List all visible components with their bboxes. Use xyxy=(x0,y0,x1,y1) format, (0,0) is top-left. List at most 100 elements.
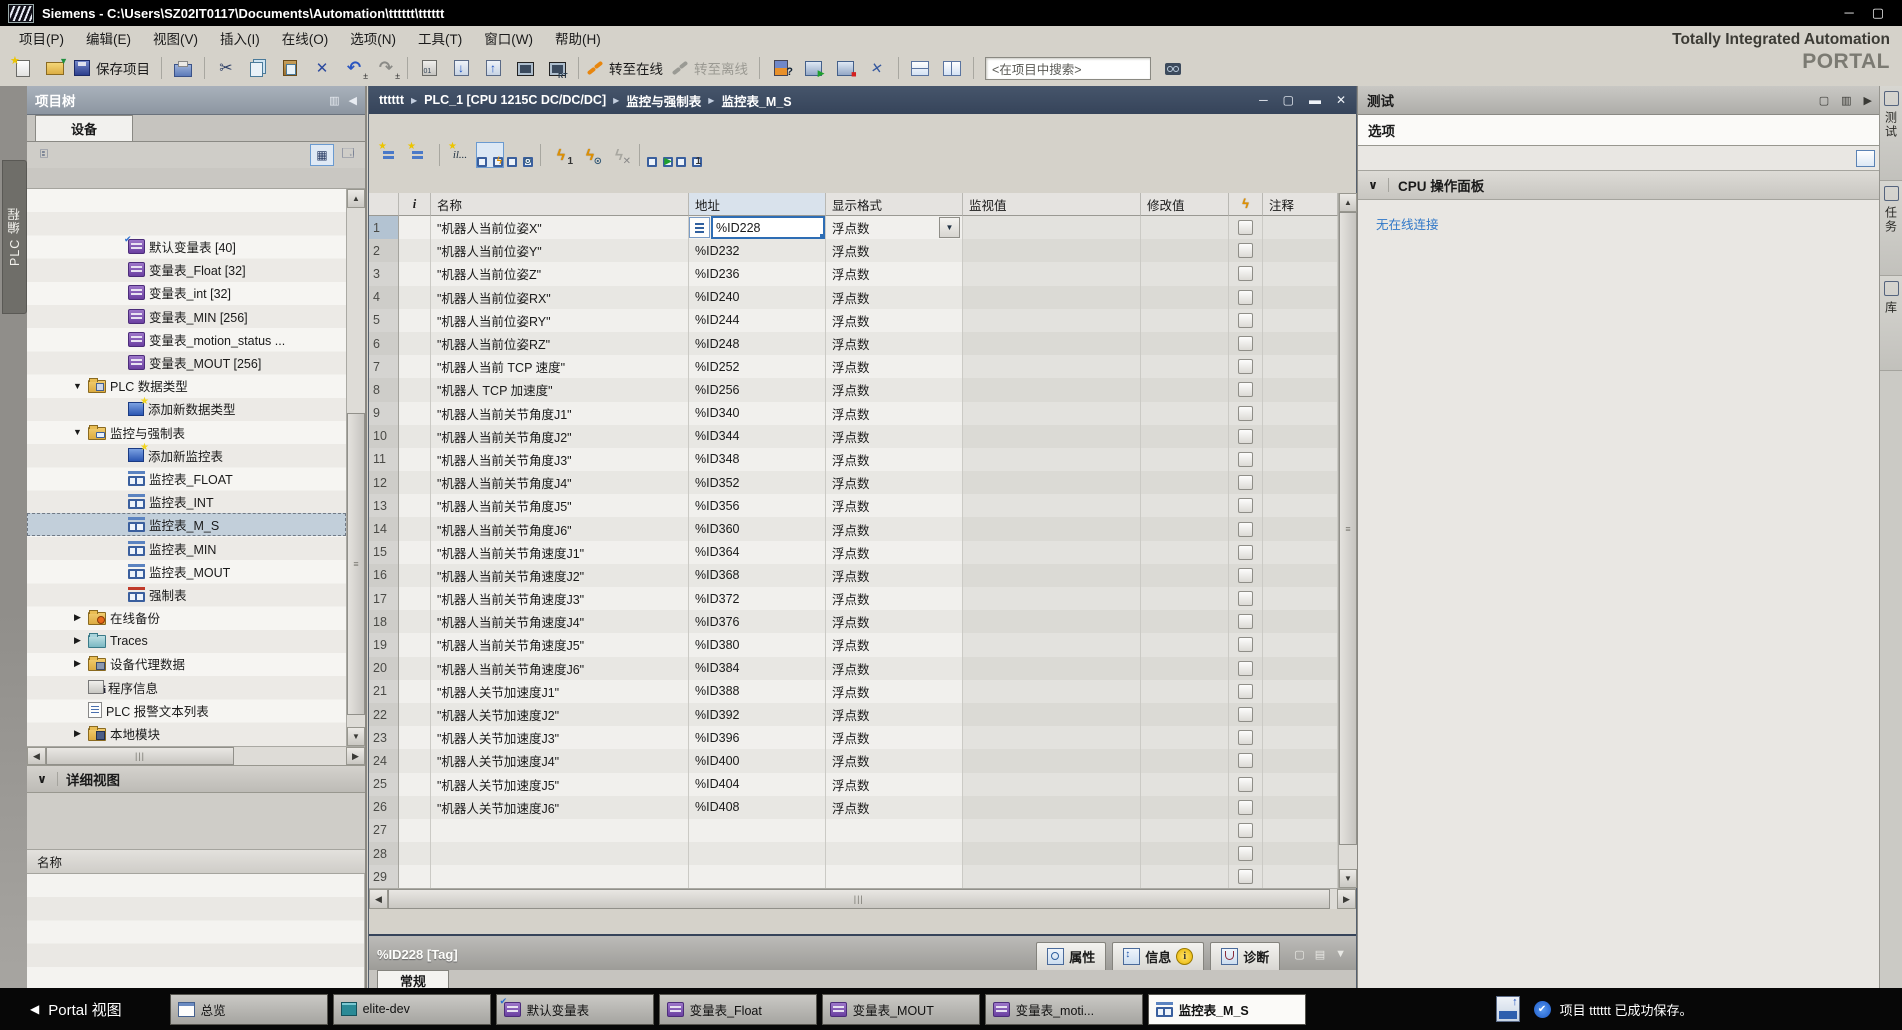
display-format-cell[interactable]: 浮点数 xyxy=(826,657,963,680)
table-row[interactable]: 29 xyxy=(369,865,1338,888)
modify-enable-checkbox[interactable] xyxy=(1238,429,1253,444)
modify-value-cell[interactable] xyxy=(1141,842,1229,865)
display-format-cell[interactable]: 浮点数 xyxy=(826,494,963,517)
comment-cell[interactable] xyxy=(1263,773,1338,796)
scroll-left-icon[interactable]: ◀ xyxy=(369,889,388,909)
detail-view-header[interactable]: ∨ 详细视图 xyxy=(27,765,365,793)
table-row[interactable]: 2"机器人当前位姿Y"%ID232浮点数 xyxy=(369,239,1338,262)
tag-address-cell[interactable] xyxy=(689,819,826,842)
modify-enable-checkbox[interactable] xyxy=(1238,568,1253,583)
modify-enable-checkbox[interactable] xyxy=(1238,359,1253,374)
modify-once-button[interactable]: ϟ1 xyxy=(548,143,574,167)
tag-name-cell[interactable]: "机器人关节加速度J4" xyxy=(431,749,689,772)
tree-item-在线备份[interactable]: ▶在线备份 xyxy=(27,606,346,629)
breadcrumb-item-1[interactable]: PLC_1 [CPU 1215C DC/DC/DC] xyxy=(424,93,606,107)
taskbar-button-变量表_MOUT[interactable]: 变量表_MOUT xyxy=(822,994,980,1025)
tag-address-cell[interactable]: %ID372 xyxy=(689,587,826,610)
collapse-panel-icon[interactable]: ▶ xyxy=(1864,94,1872,107)
display-format-cell[interactable]: 浮点数 xyxy=(826,286,963,309)
display-format-cell[interactable]: 浮点数 xyxy=(826,796,963,819)
tag-address-cell[interactable]: %ID232 xyxy=(689,239,826,262)
scroll-right-icon[interactable]: ▶ xyxy=(346,747,365,765)
comment-cell[interactable] xyxy=(1263,865,1338,888)
tag-address-cell[interactable]: %ID384 xyxy=(689,657,826,680)
tag-name-cell[interactable]: "机器人当前位姿X" xyxy=(431,216,689,239)
tag-name-cell[interactable]: "机器人关节加速度J5" xyxy=(431,773,689,796)
tag-address-cell[interactable]: %ID404 xyxy=(689,773,826,796)
tag-address-cell[interactable]: %ID352 xyxy=(689,471,826,494)
table-row[interactable]: 13"机器人当前关节角度J5"%ID356浮点数 xyxy=(369,494,1338,517)
compile-button[interactable] xyxy=(414,55,444,81)
table-row[interactable]: 25"机器人关节加速度J5"%ID404浮点数 xyxy=(369,773,1338,796)
table-row[interactable]: 20"机器人当前关节角速度J6"%ID384浮点数 xyxy=(369,657,1338,680)
open-project-button[interactable] xyxy=(40,55,70,81)
table-row[interactable]: 14"机器人当前关节角度J6"%ID360浮点数 xyxy=(369,517,1338,540)
tree-item-添加新监控表[interactable]: 添加新监控表 xyxy=(27,444,346,467)
table-row[interactable]: 5"机器人当前位姿RY"%ID244浮点数 xyxy=(369,309,1338,332)
display-format-cell[interactable]: 浮点数 xyxy=(826,402,963,425)
minimize-window-icon[interactable]: ─ xyxy=(1844,5,1853,21)
menu-item-3[interactable]: 插入(I) xyxy=(209,25,271,51)
modify-value-cell[interactable] xyxy=(1141,564,1229,587)
pane-toggle-icon[interactable] xyxy=(1856,150,1875,167)
modify-value-cell[interactable] xyxy=(1141,494,1229,517)
monitor-all-button[interactable]: ϟ xyxy=(476,142,504,168)
display-format-cell[interactable]: 浮点数 xyxy=(826,471,963,494)
comment-cell[interactable] xyxy=(1263,239,1338,262)
tag-name-cell[interactable]: "机器人当前位姿RX" xyxy=(431,286,689,309)
modify-value-cell[interactable] xyxy=(1141,726,1229,749)
modify-enable-checkbox[interactable] xyxy=(1238,406,1253,421)
modify-value-cell[interactable] xyxy=(1141,378,1229,401)
tree-view-toggle-icon[interactable]: ▦ xyxy=(310,144,334,166)
table-row[interactable]: 23"机器人关节加速度J3"%ID396浮点数 xyxy=(369,726,1338,749)
modify-value-cell[interactable] xyxy=(1141,425,1229,448)
tag-address-cell[interactable]: %ID400 xyxy=(689,749,826,772)
comment-cell[interactable] xyxy=(1263,517,1338,540)
tag-name-cell[interactable]: "机器人当前位姿Z" xyxy=(431,262,689,285)
insert-row-button[interactable]: ★ xyxy=(377,143,403,167)
address-input[interactable]: %ID228 xyxy=(711,216,825,239)
display-format-cell[interactable]: 浮点数 xyxy=(826,355,963,378)
tag-name-cell[interactable]: "机器人当前位姿RY" xyxy=(431,309,689,332)
display-format-cell[interactable] xyxy=(826,842,963,865)
modify-enable-checkbox[interactable] xyxy=(1238,753,1253,768)
tab-general[interactable]: 常规 xyxy=(377,970,449,989)
display-format-cell[interactable]: 浮点数 xyxy=(826,610,963,633)
modify-timed-button[interactable]: ϟ⊙ xyxy=(577,143,603,167)
comment-cell[interactable] xyxy=(1263,680,1338,703)
format-column-header[interactable]: 显示格式 xyxy=(826,193,963,216)
modify-value-cell[interactable] xyxy=(1141,355,1229,378)
comment-cell[interactable] xyxy=(1263,471,1338,494)
modify-value-cell[interactable] xyxy=(1141,309,1229,332)
stop-simulation-button[interactable] xyxy=(830,55,860,81)
tree-sort-icon[interactable]: 🗉 xyxy=(33,145,55,165)
taskbar-button-总览[interactable]: 总览 xyxy=(170,994,328,1025)
menu-item-8[interactable]: 帮助(H) xyxy=(544,25,612,51)
display-format-cell[interactable]: 浮点数 xyxy=(826,262,963,285)
minimize-editor-icon[interactable]: ─ xyxy=(1259,93,1268,107)
table-row[interactable]: 6"机器人当前位姿RZ"%ID248浮点数 xyxy=(369,332,1338,355)
modify-value-cell[interactable] xyxy=(1141,517,1229,540)
modify-value-cell[interactable] xyxy=(1141,262,1229,285)
go-online-button[interactable]: 转至在线 xyxy=(585,55,668,81)
modify-enable-checkbox[interactable] xyxy=(1238,243,1253,258)
tag-address-cell[interactable]: %ID256 xyxy=(689,378,826,401)
tag-address-cell[interactable]: %ID240 xyxy=(689,286,826,309)
display-format-cell[interactable]: 浮点数 xyxy=(826,633,963,656)
modify-enable-checkbox[interactable] xyxy=(1238,777,1253,792)
tag-name-cell[interactable]: "机器人当前关节角速度J4" xyxy=(431,610,689,633)
menu-item-0[interactable]: 项目(P) xyxy=(8,25,75,51)
display-format-cell[interactable] xyxy=(826,865,963,888)
tab-devices[interactable]: 设备 xyxy=(35,115,133,141)
modify-value-cell[interactable] xyxy=(1141,633,1229,656)
modify-value-cell[interactable] xyxy=(1141,587,1229,610)
display-format-cell[interactable]: 浮点数 xyxy=(826,517,963,540)
tag-address-cell[interactable] xyxy=(689,865,826,888)
name-column-header[interactable]: 名称 xyxy=(431,193,689,216)
modify-value-cell[interactable] xyxy=(1141,796,1229,819)
tree-vertical-scrollbar[interactable]: ▲ ≡ ▼ xyxy=(346,189,365,746)
display-format-cell[interactable]: 浮点数 xyxy=(826,773,963,796)
table-vertical-scrollbar[interactable]: ▲ ≡ ▼ xyxy=(1338,193,1357,888)
tag-name-cell[interactable]: "机器人当前关节角速度J1" xyxy=(431,541,689,564)
tab-plc-programming[interactable]: PLC 编程 xyxy=(2,160,27,314)
